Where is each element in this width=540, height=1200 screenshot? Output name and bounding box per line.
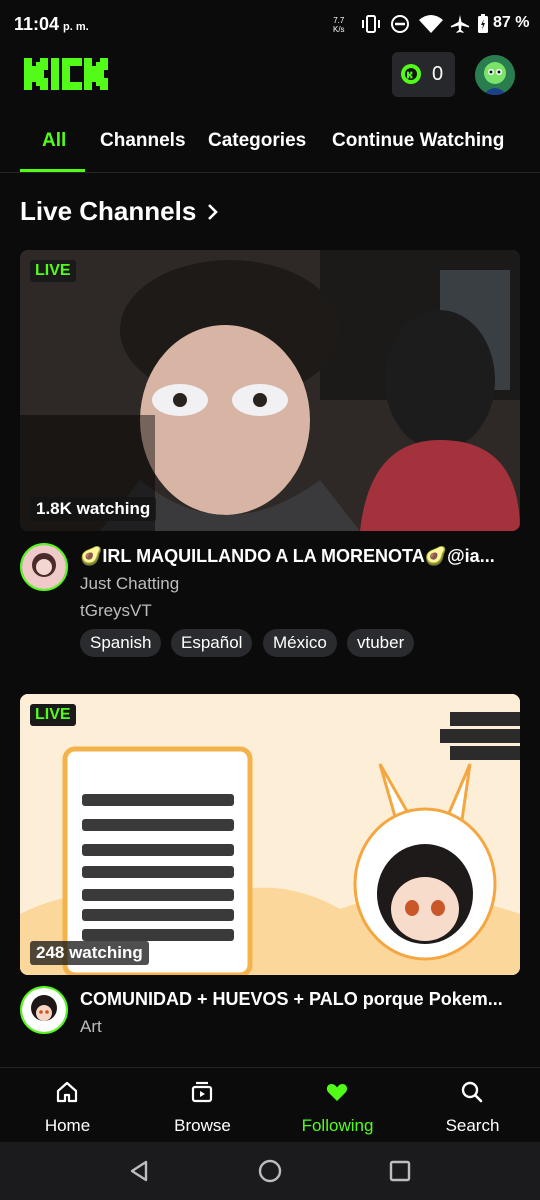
heart-icon bbox=[326, 1084, 348, 1101]
vibrate-icon bbox=[362, 15, 380, 33]
clock: 11:04 p. m. bbox=[14, 14, 89, 34]
tab-continue-watching[interactable]: Continue Watching bbox=[332, 130, 504, 152]
live-badge: LIVE bbox=[30, 704, 76, 726]
kicks-balance-button[interactable]: 0 bbox=[392, 52, 455, 97]
stream-thumbnail[interactable]: LIVE 1.8K watching bbox=[20, 250, 520, 531]
stream-channel-name[interactable]: tGreysVT bbox=[80, 601, 152, 621]
battery-icon bbox=[478, 14, 488, 33]
tab-categories[interactable]: Categories bbox=[208, 130, 306, 152]
stream-category[interactable]: Just Chatting bbox=[80, 574, 179, 594]
section-title[interactable]: Live Channels bbox=[20, 196, 196, 227]
nav-home-label: Home bbox=[44, 1116, 91, 1135]
viewer-count: 248 watching bbox=[30, 941, 149, 965]
home-icon bbox=[56, 1081, 78, 1103]
channel-avatar[interactable] bbox=[20, 986, 68, 1034]
stream-thumbnail[interactable]: LIVE 248 watching bbox=[20, 694, 520, 975]
stream-tag[interactable]: México bbox=[263, 629, 337, 657]
wifi-icon bbox=[419, 15, 443, 33]
kick-logo[interactable] bbox=[24, 58, 116, 95]
nav-browse[interactable]: Browse bbox=[135, 1068, 270, 1143]
viewer-count: 1.8K watching bbox=[30, 497, 157, 521]
stream-tag[interactable]: Spanish bbox=[80, 629, 162, 657]
tabs-divider bbox=[0, 172, 540, 173]
stream-tag[interactable]: vtuber bbox=[347, 629, 415, 657]
do-not-disturb-icon bbox=[391, 15, 409, 33]
nav-home[interactable]: Home bbox=[0, 1068, 135, 1143]
stream-category[interactable]: Art bbox=[80, 1017, 102, 1037]
nav-search[interactable]: Search bbox=[405, 1068, 540, 1143]
tab-channels[interactable]: Channels bbox=[100, 130, 186, 152]
network-speed: 7.7 K/s bbox=[333, 16, 345, 34]
tab-all[interactable]: All bbox=[42, 130, 66, 152]
bottom-navigation: Home Browse Following Search bbox=[0, 1067, 540, 1143]
channel-avatar[interactable] bbox=[20, 543, 68, 591]
stream-title[interactable]: COMUNIDAD + HUEVOS + PALO porque Pokem..… bbox=[80, 989, 520, 1010]
system-navigation-bar bbox=[0, 1142, 540, 1200]
status-bar: 11:04 p. m. 7.7 K/s 87 % bbox=[0, 0, 540, 50]
stream-preview-image bbox=[20, 250, 520, 531]
live-badge: LIVE bbox=[30, 260, 76, 282]
nav-following[interactable]: Following bbox=[270, 1068, 405, 1143]
kick-logo-mark bbox=[24, 58, 108, 90]
recents-icon[interactable] bbox=[389, 1160, 411, 1182]
battery-percent: 87 % bbox=[493, 14, 530, 31]
back-icon[interactable] bbox=[128, 1159, 150, 1183]
kicks-count: 0 bbox=[432, 63, 444, 85]
filter-tabs: All Channels Categories Continue Watchin… bbox=[0, 120, 540, 172]
nav-search-label: Search bbox=[445, 1116, 500, 1135]
nav-following-label: Following bbox=[301, 1116, 374, 1135]
airplane-mode-icon bbox=[451, 15, 469, 33]
kicks-coin-icon bbox=[401, 64, 421, 84]
stream-title[interactable]: 🥑IRL MAQUILLANDO A LA MORENOTA🥑@ia... bbox=[80, 546, 520, 567]
nav-browse-label: Browse bbox=[174, 1116, 231, 1135]
stream-tag[interactable]: Español bbox=[171, 629, 253, 657]
home-circle-icon[interactable] bbox=[258, 1159, 282, 1183]
search-icon bbox=[461, 1081, 483, 1103]
browse-icon bbox=[191, 1081, 213, 1103]
stream-preview-image bbox=[20, 694, 520, 975]
user-avatar[interactable] bbox=[475, 55, 515, 95]
chevron-right-icon[interactable] bbox=[206, 203, 220, 221]
